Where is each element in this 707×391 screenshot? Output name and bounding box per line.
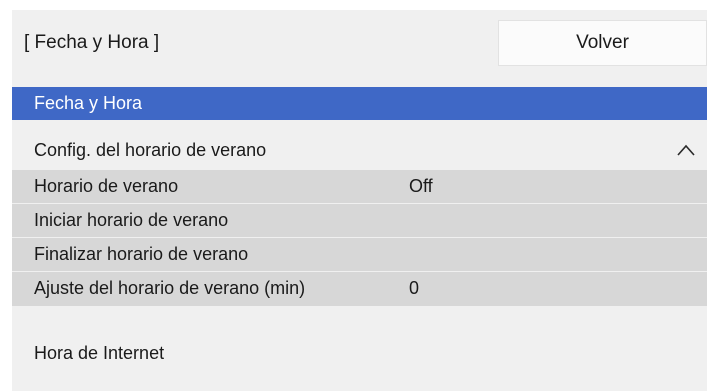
menu-item-value: 0	[409, 278, 420, 298]
menu-item-finalizar-horario[interactable]: Finalizar horario de verano	[12, 238, 707, 271]
back-button[interactable]: Volver	[498, 20, 707, 66]
chevron-up-icon	[677, 144, 695, 156]
menu-item-hora-de-internet[interactable]: Hora de Internet	[12, 337, 707, 371]
menu-item-label: Finalizar horario de verano	[34, 244, 249, 264]
divider	[12, 306, 707, 337]
menu-item-fecha-y-hora[interactable]: Fecha y Hora	[12, 87, 707, 120]
menu-item-horario-de-verano[interactable]: Horario de verano Off	[12, 170, 707, 203]
section-label: Config. del horario de verano	[34, 140, 267, 160]
menu-item-ajuste-horario[interactable]: Ajuste del horario de verano (min) 0	[12, 272, 707, 306]
menu-header: [ Fecha y Hora ] Volver	[12, 10, 707, 87]
menu-item-label: Ajuste del horario de verano (min)	[34, 278, 306, 298]
settings-panel: [ Fecha y Hora ] Volver Fecha y Hora Con…	[12, 10, 707, 391]
menu-item-value: Off	[409, 176, 433, 196]
menu-item-label: Iniciar horario de verano	[34, 210, 229, 230]
menu-item-label: Hora de Internet	[34, 343, 165, 363]
menu-item-iniciar-horario[interactable]: Iniciar horario de verano	[12, 204, 707, 237]
menu-section-horario-de-verano[interactable]: Config. del horario de verano	[12, 132, 707, 170]
divider	[12, 120, 707, 132]
menu-item-label: Horario de verano	[34, 176, 179, 196]
menu-item-label: Fecha y Hora	[34, 93, 143, 113]
page-title: [ Fecha y Hora ]	[24, 32, 160, 53]
